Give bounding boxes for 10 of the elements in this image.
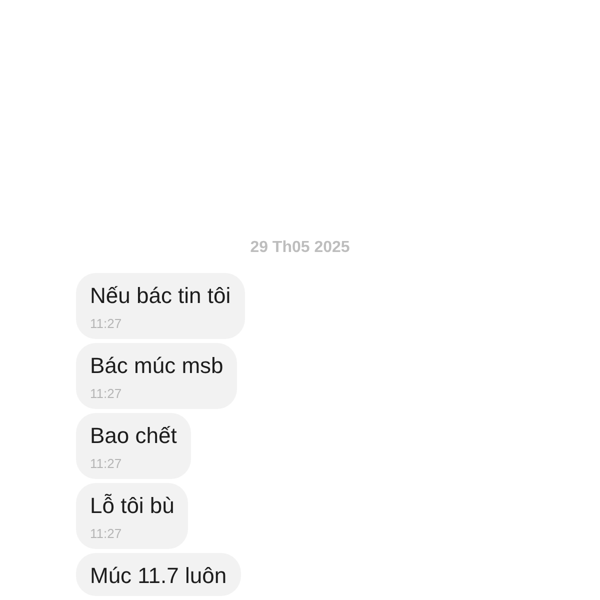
message-text: Bác múc msb xyxy=(90,352,224,380)
message-time: 11:27 xyxy=(90,385,123,403)
message-time: 11:27 xyxy=(90,455,123,473)
message-text: Lỗ tôi bù xyxy=(90,492,174,520)
message-text: Nếu bác tin tôi xyxy=(90,282,231,310)
message-time: 11:27 xyxy=(90,525,123,543)
message-text: Bao chết xyxy=(90,422,177,450)
message-time: 11:27 xyxy=(90,315,123,333)
message-text: Múc 11.7 luôn xyxy=(90,562,227,590)
date-divider: 29 Th05 2025 xyxy=(250,238,350,258)
